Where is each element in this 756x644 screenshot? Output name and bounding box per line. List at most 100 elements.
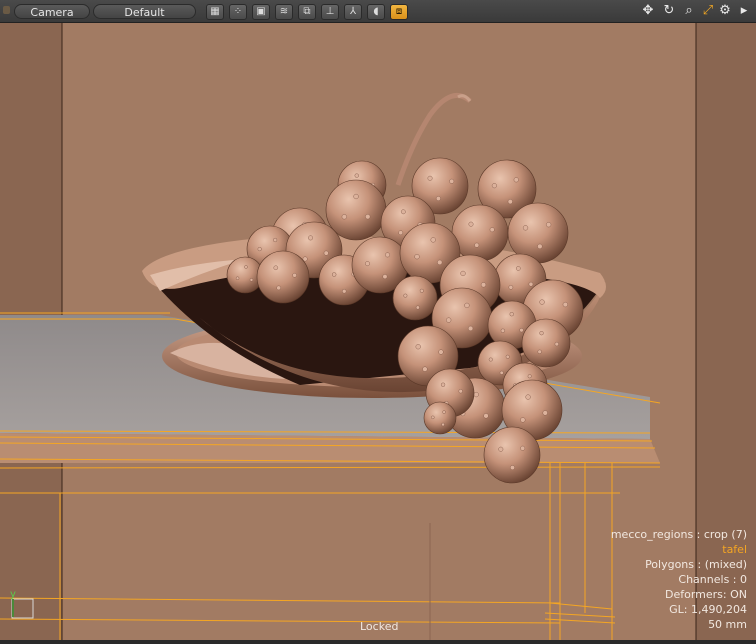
- grape-bump: [415, 305, 420, 310]
- texture-icon[interactable]: ▣: [252, 4, 270, 20]
- maximize-icon[interactable]: ⤢: [700, 3, 716, 19]
- grape-bump: [539, 299, 545, 305]
- expand-arrow-icon[interactable]: ▸: [736, 3, 752, 19]
- grape-bump: [488, 357, 493, 362]
- grape-bump: [449, 178, 455, 184]
- grape-bump: [276, 285, 281, 291]
- grape-bump: [473, 391, 479, 398]
- grape-bump: [539, 331, 544, 336]
- grape-bump: [341, 214, 347, 220]
- grape: [392, 275, 438, 321]
- grape-bump: [398, 230, 404, 236]
- grape-bump: [537, 243, 543, 249]
- viewport-info-panel: mecco_regions : crop (7) tafel Polygons …: [611, 527, 747, 632]
- grape-bump: [542, 410, 548, 416]
- render-preview-icon[interactable]: ⧈: [390, 4, 408, 20]
- grape-bump: [527, 374, 532, 379]
- grape-bump: [460, 270, 466, 277]
- grape-bump: [507, 199, 513, 205]
- shading-style-dropdown[interactable]: Default: [93, 4, 196, 19]
- grape-bump: [508, 285, 514, 290]
- grape-bump: [353, 193, 359, 200]
- grape-bump: [513, 177, 519, 183]
- grape-bump: [419, 288, 424, 293]
- grape-bump: [519, 328, 524, 333]
- viewport-toolbar: Camera Default ▦ ⁘ ▣ ≋ ⧉ ⊥ ⅄ ◖ ⧈ ✥ ↻ ⌕ ⤢ ⚙ ▸: [0, 0, 756, 23]
- zoom-icon[interactable]: ⌕: [681, 3, 697, 19]
- grape-bump: [520, 445, 526, 451]
- grape-bump: [385, 252, 390, 258]
- grape-bump: [446, 317, 452, 323]
- camera-locked-status: Locked: [360, 620, 399, 633]
- dots-grid-icon[interactable]: ⁘: [229, 4, 247, 20]
- toolbar-grip[interactable]: [3, 6, 10, 14]
- info-region: mecco_regions : crop (7): [610, 528, 747, 541]
- grape-bump: [292, 272, 297, 278]
- grape-bump: [464, 302, 470, 309]
- axis-y-label: y: [10, 589, 16, 600]
- grape-bump: [403, 293, 408, 298]
- grape: [451, 204, 509, 262]
- grape-bump: [441, 422, 445, 427]
- grape: [325, 179, 387, 241]
- info-focal-length: 50 mm: [708, 618, 747, 631]
- grape-bump: [505, 354, 510, 359]
- info-selected-item: tafel: [722, 543, 747, 556]
- grape-bump: [382, 274, 388, 280]
- grape-bump: [273, 265, 279, 271]
- grape-bump: [342, 289, 347, 294]
- grape-bump: [509, 312, 514, 317]
- axes-icon[interactable]: ⊥: [321, 4, 339, 20]
- grape-bump: [273, 237, 278, 243]
- grape-bump: [438, 349, 444, 355]
- grape-bump: [525, 394, 531, 400]
- grape-bump: [500, 328, 505, 333]
- settings-gear-icon[interactable]: ⚙: [717, 3, 733, 19]
- camera-dropdown[interactable]: Camera: [14, 4, 90, 19]
- grape-bump: [528, 281, 534, 287]
- grape-bump: [546, 222, 552, 228]
- grape-bump: [430, 237, 436, 243]
- 3d-viewport[interactable]: y mecco_regions : crop (7) tafel Polygon…: [0, 23, 756, 640]
- grape-bump: [480, 282, 487, 288]
- grape-bump: [302, 256, 308, 262]
- grape-bump: [554, 341, 559, 347]
- tripod-icon[interactable]: ⅄: [344, 4, 362, 20]
- grape: [483, 426, 541, 484]
- frame-icon[interactable]: ⧉: [298, 4, 316, 20]
- backdrop-icon[interactable]: ◖: [367, 4, 385, 20]
- grape-bump: [400, 209, 406, 215]
- grape-bump: [458, 389, 463, 394]
- grape-bump: [308, 235, 313, 241]
- grape-bump: [331, 272, 337, 277]
- grape-bump: [414, 254, 420, 260]
- grape-bump: [422, 366, 428, 372]
- grape-bump: [499, 370, 504, 375]
- rotate-icon[interactable]: ↻: [661, 3, 677, 19]
- info-gl: GL: 1,490,204: [669, 603, 747, 616]
- grape-bump: [249, 278, 254, 282]
- grape-bump: [510, 465, 515, 471]
- grape-bump: [562, 301, 568, 308]
- info-deformers: Deformers: ON: [665, 588, 747, 601]
- grape-bump: [244, 265, 248, 269]
- pan-icon[interactable]: ✥: [640, 3, 656, 19]
- grape-bump: [474, 242, 480, 248]
- grape-bump: [415, 344, 421, 350]
- grape-bump: [467, 325, 474, 332]
- stripes-icon[interactable]: ≋: [275, 4, 293, 20]
- grape-bump: [365, 261, 370, 267]
- grape-bump: [365, 214, 371, 220]
- viewport-bottom-border: [0, 640, 756, 644]
- info-polygons: Polygons : (mixed): [645, 558, 747, 571]
- grape-bump: [431, 415, 435, 420]
- grape-bump: [483, 413, 489, 419]
- checker-icon[interactable]: ▦: [206, 4, 224, 20]
- grape-bump: [489, 227, 495, 233]
- grape-bump: [235, 276, 240, 280]
- grape-bump: [522, 225, 529, 231]
- info-channels: Channels : 0: [678, 573, 747, 586]
- grape-bump: [440, 382, 446, 387]
- grape-bump: [537, 349, 542, 354]
- grape-bump: [516, 266, 521, 271]
